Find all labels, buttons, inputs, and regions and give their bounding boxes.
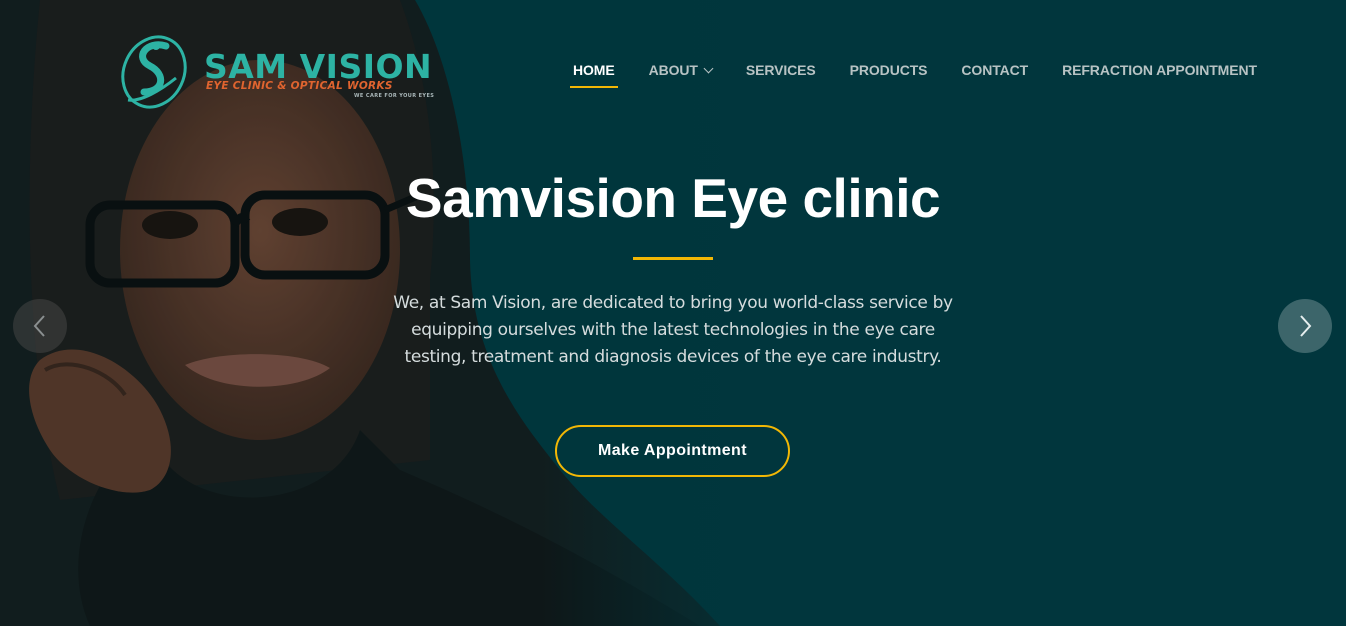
nav-services-label: SERVICES xyxy=(745,62,816,78)
logo-subtitle: EYE CLINIC & OPTICAL WORKS xyxy=(206,80,393,92)
nav-home[interactable]: HOME xyxy=(556,52,632,88)
hero-title: Samvision Eye clinic xyxy=(405,167,941,229)
nav-contact[interactable]: CONTACT xyxy=(944,52,1045,88)
nav-products-label: PRODUCTS xyxy=(849,62,928,78)
logo-emblem-icon xyxy=(121,35,187,109)
nav-about[interactable]: ABOUT xyxy=(632,52,729,88)
chevron-left-icon xyxy=(33,315,45,337)
slider-next-button[interactable] xyxy=(1278,299,1332,353)
slider-prev-button[interactable] xyxy=(13,299,67,353)
site-logo[interactable]: SAM VISION EYE CLINIC & OPTICAL WORKS WE… xyxy=(116,30,461,112)
hero-slider: SAM VISION EYE CLINIC & OPTICAL WORKS WE… xyxy=(0,0,1346,626)
nav-refraction-appointment-label: REFRACTION APPOINTMENT xyxy=(1062,62,1257,78)
chevron-right-icon xyxy=(1300,315,1312,337)
nav-contact-label: CONTACT xyxy=(961,62,1029,78)
title-divider xyxy=(633,257,713,260)
hero-description: We, at Sam Vision, are dedicated to brin… xyxy=(393,293,953,367)
logo-brand-name: SAM VISION xyxy=(204,47,433,86)
nav-home-label: HOME xyxy=(573,62,615,78)
nav-products[interactable]: PRODUCTS xyxy=(833,52,945,88)
nav-about-label: ABOUT xyxy=(648,62,698,78)
logo-tagline: WE CARE FOR YOUR EYES xyxy=(354,93,435,99)
nav-refraction-appointment[interactable]: REFRACTION APPOINTMENT xyxy=(1045,52,1274,88)
chevron-down-icon xyxy=(703,63,714,73)
nav-services[interactable]: SERVICES xyxy=(729,52,833,88)
main-nav: HOME ABOUT SERVICES PRODUCTS CONTACT REF… xyxy=(556,52,1274,92)
make-appointment-button[interactable]: Make Appointment xyxy=(555,425,790,477)
